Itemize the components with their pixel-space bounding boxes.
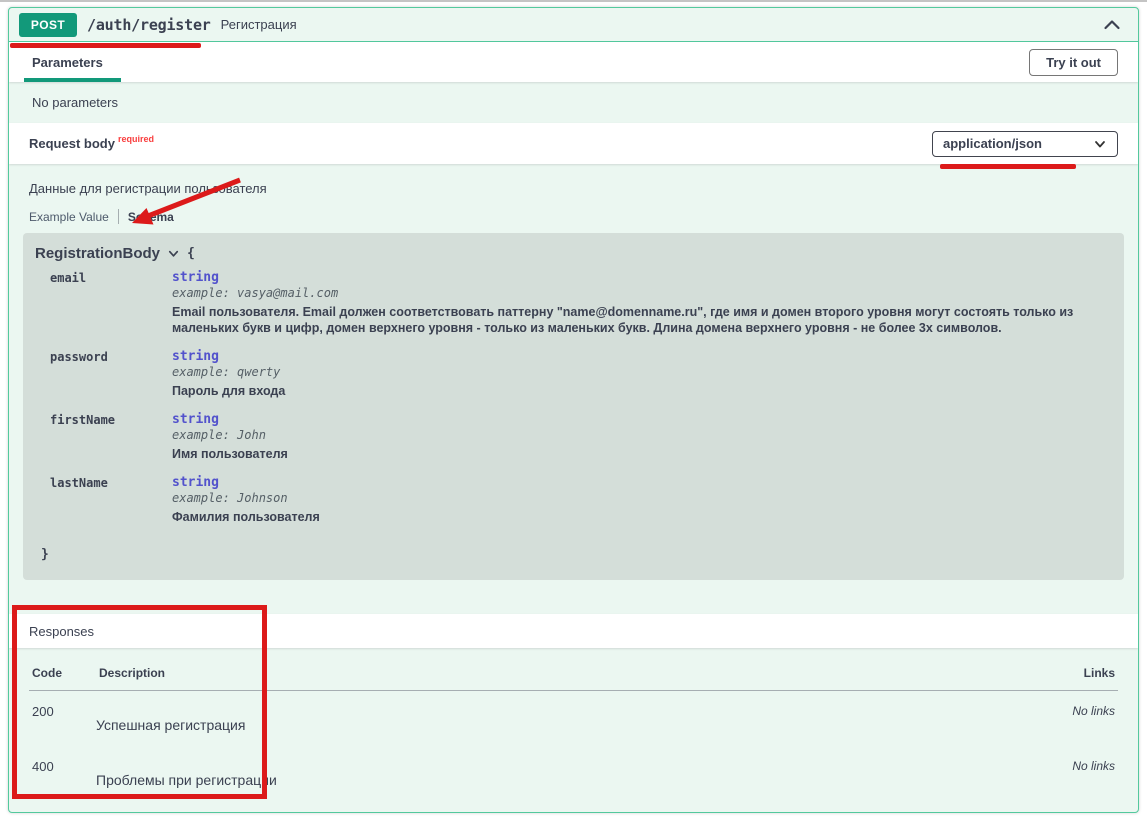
request-body-title: Request bodyrequired <box>29 136 154 151</box>
property-row: firstName string example: John Имя польз… <box>50 412 1112 462</box>
request-body-title-text: Request body <box>29 136 115 151</box>
endpoint-block: POST /auth/register Регистрация Paramete… <box>8 7 1139 813</box>
response-row: 400 Проблемы при регистрации No links <box>29 746 1118 801</box>
endpoint-summary-text: Регистрация <box>221 17 297 32</box>
responses-title: Responses <box>29 624 94 639</box>
property-details: string example: John Имя пользователя <box>172 412 288 462</box>
http-method-badge: POST <box>19 13 77 37</box>
try-it-out-button[interactable]: Try it out <box>1029 49 1118 76</box>
property-example: example: Johnson <box>172 491 320 506</box>
response-row: 200 Успешная регистрация No links <box>29 691 1118 747</box>
property-details: string example: qwerty Пароль для входа <box>172 349 285 399</box>
collapse-button[interactable] <box>1098 13 1126 37</box>
property-name: password <box>50 349 172 399</box>
chevron-down-icon <box>167 247 180 260</box>
property-description: Фамилия пользователя <box>172 509 320 525</box>
model-tabs: Example Value Schema <box>29 209 1118 224</box>
column-header-code: Code <box>29 666 96 691</box>
required-badge: required <box>118 134 154 144</box>
open-brace: { <box>187 246 195 261</box>
tab-separator <box>118 209 119 224</box>
model-title-row[interactable]: RegistrationBody { <box>35 245 1112 262</box>
responses-table-header: Code Description Links <box>29 666 1118 691</box>
responses-table: Code Description Links 200 Успешная реги… <box>29 666 1118 801</box>
parameters-header: Parameters Try it out <box>9 42 1138 82</box>
property-example: example: John <box>172 428 288 443</box>
property-row: lastName string example: Johnson Фамилия… <box>50 475 1112 525</box>
property-name: lastName <box>50 475 172 525</box>
chevron-up-icon <box>1102 15 1122 35</box>
column-header-description: Description <box>96 666 988 691</box>
property-details: string example: Johnson Фамилия пользова… <box>172 475 320 525</box>
endpoint-path: /auth/register <box>87 16 211 34</box>
request-body-description: Данные для регистрации пользователя <box>29 181 1118 196</box>
chevron-down-icon <box>1093 137 1107 151</box>
content-type-select[interactable]: application/json <box>932 131 1118 157</box>
close-brace: } <box>41 547 1112 562</box>
property-row: password string example: qwerty Пароль д… <box>50 349 1112 399</box>
response-code: 200 <box>29 704 96 719</box>
response-description: Проблемы при регистрации <box>96 772 988 788</box>
property-type: string <box>172 349 285 364</box>
property-description: Пароль для входа <box>172 383 285 399</box>
model-name: RegistrationBody <box>35 245 160 262</box>
property-type: string <box>172 412 288 427</box>
property-row: email string example: vasya@mail.com Ema… <box>50 270 1112 336</box>
property-name: firstName <box>50 412 172 462</box>
property-details: string example: vasya@mail.com Email пол… <box>172 270 1112 336</box>
response-links: No links <box>988 759 1115 773</box>
request-body-header: Request bodyrequired application/json <box>9 123 1138 164</box>
property-description: Email пользователя. Email должен соответ… <box>172 304 1112 336</box>
response-links: No links <box>988 704 1115 718</box>
property-type: string <box>172 475 320 490</box>
no-parameters-text: No parameters <box>9 82 1138 123</box>
tab-schema[interactable]: Schema <box>128 210 174 224</box>
responses-body: Code Description Links 200 Успешная реги… <box>9 648 1138 801</box>
column-header-links: Links <box>988 666 1118 691</box>
endpoint-summary-header[interactable]: POST /auth/register Регистрация <box>9 8 1138 42</box>
property-example: example: vasya@mail.com <box>172 286 1112 301</box>
content-type-value: application/json <box>943 136 1042 151</box>
tab-example-value[interactable]: Example Value <box>29 210 109 224</box>
tab-parameters[interactable]: Parameters <box>29 42 106 82</box>
model-properties: email string example: vasya@mail.com Ema… <box>50 270 1112 525</box>
response-description: Успешная регистрация <box>96 717 988 733</box>
property-example: example: qwerty <box>172 365 285 380</box>
responses-header: Responses <box>9 614 1138 648</box>
property-name: email <box>50 270 172 336</box>
schema-model-box: RegistrationBody { email string example:… <box>23 233 1124 580</box>
page-top-divider <box>0 0 1147 2</box>
response-code: 400 <box>29 759 96 774</box>
property-type: string <box>172 270 1112 285</box>
property-description: Имя пользователя <box>172 446 288 462</box>
